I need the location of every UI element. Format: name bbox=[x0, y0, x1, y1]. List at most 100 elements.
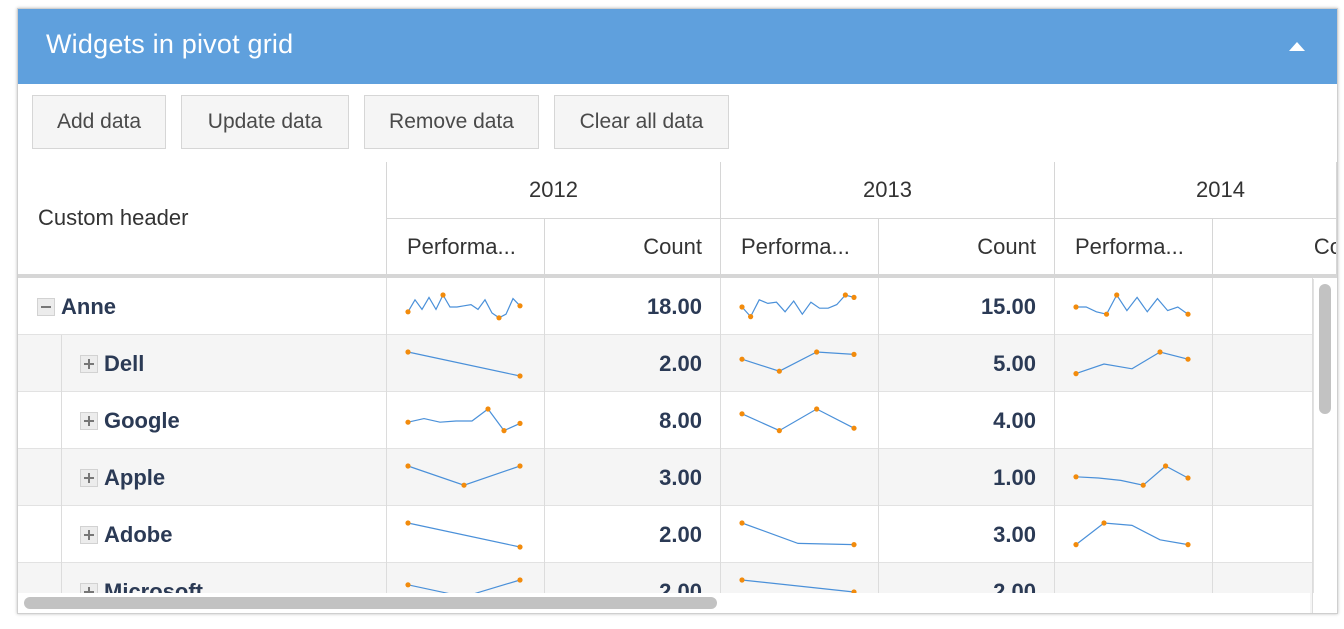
horizontal-scrollbar-thumb[interactable] bbox=[24, 597, 717, 609]
sparkline-marker bbox=[461, 482, 467, 488]
performance-cell bbox=[387, 449, 545, 506]
clear-all-data-button[interactable]: Clear all data bbox=[554, 95, 729, 149]
sparkline-marker bbox=[739, 356, 745, 362]
row-label: Apple bbox=[104, 464, 166, 490]
expand-row-icon[interactable] bbox=[80, 468, 98, 487]
count-cell bbox=[1213, 335, 1313, 392]
measure-header-count[interactable]: Co bbox=[1213, 219, 1337, 275]
count-cell: 1.00 bbox=[879, 449, 1055, 506]
performance-cell bbox=[721, 278, 879, 335]
sparkline-path bbox=[741, 578, 855, 593]
sparkline-marker bbox=[405, 581, 411, 587]
performance-cell bbox=[721, 335, 879, 392]
add-data-button[interactable]: Add data bbox=[32, 95, 166, 149]
row-label: Google bbox=[104, 407, 180, 433]
sparkline-path bbox=[1075, 521, 1189, 545]
measure-header-count[interactable]: Count bbox=[545, 219, 721, 275]
measure-header-count-label: Co bbox=[1313, 233, 1336, 259]
sparkline-marker bbox=[842, 291, 848, 298]
sparkline-marker bbox=[517, 302, 523, 308]
panel-title: Widgets in pivot grid bbox=[46, 29, 294, 59]
pivot-grid-panel: Widgets in pivot grid Add data Update da… bbox=[17, 8, 1338, 614]
sparkline-marker bbox=[517, 462, 523, 469]
table-row[interactable]: Adobe 2.00 3.00 bbox=[18, 506, 1313, 563]
performance-sparkline bbox=[1073, 348, 1191, 376]
table-row[interactable]: Anne 18.00 15.00 bbox=[18, 278, 1313, 335]
performance-cell bbox=[1055, 449, 1213, 506]
expand-row-icon[interactable] bbox=[80, 525, 98, 544]
count-cell: 5.00 bbox=[879, 335, 1055, 392]
row-indent bbox=[18, 506, 62, 563]
performance-cell bbox=[387, 506, 545, 563]
sparkline-path bbox=[1076, 293, 1189, 315]
measure-header-performance[interactable]: Performa... bbox=[1055, 219, 1213, 275]
count-cell: 15.00 bbox=[879, 278, 1055, 335]
sparkline-marker bbox=[501, 427, 507, 433]
count-cell bbox=[1213, 449, 1313, 506]
sparkline-marker bbox=[1185, 474, 1191, 481]
update-data-button[interactable]: Update data bbox=[181, 95, 349, 149]
column-header-year[interactable]: 2014 bbox=[1055, 162, 1337, 219]
row-header-cell: Apple bbox=[18, 449, 387, 506]
performance-sparkline bbox=[1073, 462, 1191, 488]
collapse-panel-icon[interactable] bbox=[1289, 42, 1305, 51]
sparkline-path bbox=[407, 521, 521, 548]
sparkline-marker bbox=[739, 519, 745, 526]
vertical-scrollbar-thumb[interactable] bbox=[1319, 284, 1331, 414]
measure-header-performance[interactable]: Performa... bbox=[721, 219, 879, 275]
sparkline-path bbox=[407, 464, 521, 486]
column-header-year[interactable]: 2012 bbox=[387, 162, 721, 219]
count-cell: 3.00 bbox=[545, 449, 721, 506]
expand-row-icon[interactable] bbox=[80, 354, 98, 373]
count-cell: 18.00 bbox=[545, 278, 721, 335]
sparkline-marker bbox=[440, 291, 446, 298]
sparkline-marker bbox=[1073, 303, 1079, 310]
sparkline-path bbox=[741, 407, 855, 431]
sparkline-marker bbox=[1163, 462, 1169, 469]
row-label: Anne bbox=[61, 293, 116, 319]
sparkline-marker bbox=[739, 410, 745, 416]
performance-cell bbox=[387, 392, 545, 449]
performance-sparkline bbox=[739, 463, 857, 493]
performance-sparkline bbox=[739, 291, 857, 319]
performance-cell bbox=[1055, 278, 1213, 335]
sparkline-marker bbox=[814, 348, 820, 355]
sparkline-marker bbox=[1073, 541, 1079, 547]
sparkline-marker bbox=[405, 519, 411, 526]
performance-sparkline bbox=[405, 405, 523, 433]
sparkline-marker bbox=[1101, 519, 1107, 526]
sparkline-marker bbox=[851, 425, 857, 431]
panel-header: Widgets in pivot grid bbox=[18, 9, 1337, 84]
sparkline-marker bbox=[405, 348, 411, 355]
table-row[interactable]: Google 8.00 4.00 bbox=[18, 392, 1313, 449]
performance-cell bbox=[1055, 335, 1213, 392]
sparkline-marker bbox=[496, 314, 502, 320]
performance-cell bbox=[387, 278, 545, 335]
sparkline-marker bbox=[1185, 356, 1191, 362]
toolbar: Add data Update data Remove data Clear a… bbox=[18, 84, 1337, 163]
measure-header-count[interactable]: Count bbox=[879, 219, 1055, 275]
remove-data-button[interactable]: Remove data bbox=[364, 95, 539, 149]
column-header-year[interactable]: 2013 bbox=[721, 162, 1055, 219]
row-label: Dell bbox=[104, 350, 145, 376]
table-row[interactable]: Dell 2.00 5.00 bbox=[18, 335, 1313, 392]
count-cell bbox=[1213, 392, 1313, 449]
sparkline-marker bbox=[405, 462, 411, 469]
measure-header-performance[interactable]: Performa... bbox=[387, 219, 545, 275]
sparkline-marker bbox=[517, 420, 523, 426]
performance-cell bbox=[721, 506, 879, 563]
performance-sparkline bbox=[739, 348, 857, 374]
count-cell: 8.00 bbox=[545, 392, 721, 449]
sparkline-path bbox=[407, 350, 521, 377]
performance-sparkline bbox=[405, 462, 523, 488]
sparkline-path bbox=[1075, 464, 1189, 486]
sparkline-marker bbox=[485, 405, 491, 412]
sparkline-path bbox=[1075, 350, 1189, 374]
performance-cell bbox=[1055, 392, 1213, 449]
performance-sparkline bbox=[405, 519, 523, 550]
expand-row-icon[interactable] bbox=[80, 411, 98, 430]
table-row[interactable]: Apple 3.00 1.00 bbox=[18, 449, 1313, 506]
performance-cell bbox=[387, 335, 545, 392]
sparkline-marker bbox=[1185, 541, 1191, 547]
collapse-row-icon[interactable] bbox=[37, 297, 55, 316]
